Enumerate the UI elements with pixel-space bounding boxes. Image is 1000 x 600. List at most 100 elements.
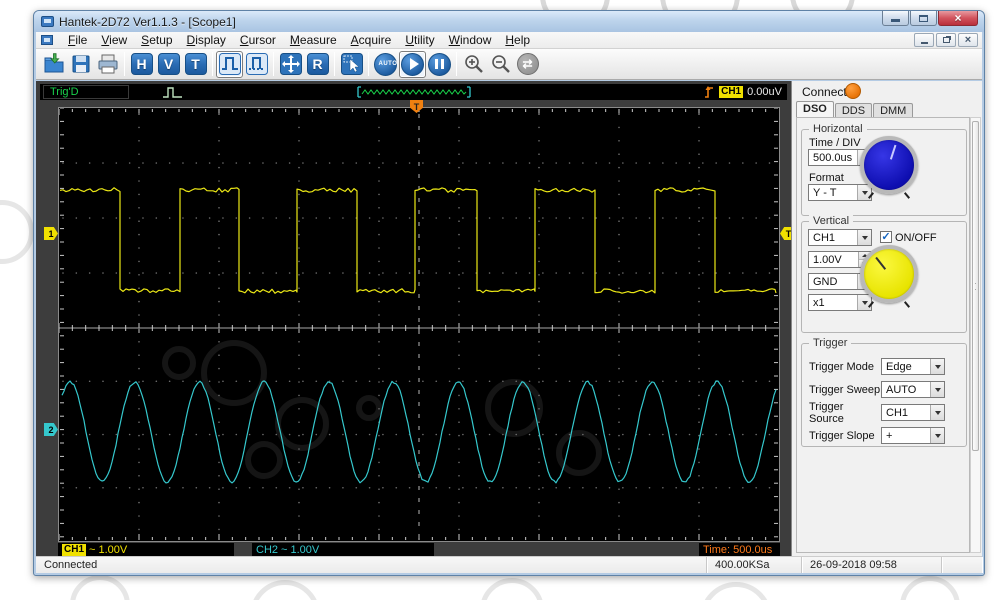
- trigger-slope-value: +: [886, 429, 893, 442]
- mdi-close-button[interactable]: ×: [958, 33, 978, 47]
- trigger-mode-row: Trigger Mode Edge: [809, 358, 966, 375]
- refresh-button[interactable]: ⇄: [514, 51, 541, 78]
- resize-grip[interactable]: [942, 557, 982, 573]
- trigger-cursor-button[interactable]: T: [182, 51, 209, 78]
- toolbar-separator: [456, 52, 457, 76]
- pointer-button[interactable]: [338, 51, 365, 78]
- trigger-source-select[interactable]: CH1: [881, 404, 945, 421]
- minimize-button[interactable]: [882, 11, 909, 26]
- maximize-icon: [919, 14, 928, 22]
- cross-arrows-icon: [279, 53, 302, 75]
- trigger-mode-select[interactable]: Edge: [881, 358, 945, 375]
- vertical-cursor-button[interactable]: V: [155, 51, 182, 78]
- mdi-close-icon: ×: [964, 33, 972, 46]
- watermark-circle: [480, 578, 544, 600]
- horizontal-knob[interactable]: [860, 136, 918, 199]
- zoom-out-icon: [491, 55, 510, 73]
- ch2-coupling: ~: [281, 544, 288, 556]
- waveform-preview: [357, 86, 471, 98]
- dropdown-arrow-icon: [930, 359, 944, 374]
- trigger-edge-icon: [705, 86, 714, 98]
- menu-display[interactable]: Display: [180, 32, 233, 48]
- cursor-arrow-icon: [340, 53, 363, 75]
- open-button[interactable]: [40, 51, 67, 78]
- toolbar-separator: [334, 52, 335, 76]
- sample-rate: 400.00KSa: [707, 557, 802, 573]
- status-bar: Connected 400.00KSa 26-09-2018 09:58: [36, 556, 982, 573]
- pulse-wave-icon: [218, 53, 241, 75]
- trigger-status: Trig'D: [43, 85, 129, 99]
- menu-file[interactable]: File: [61, 32, 94, 48]
- menu-view[interactable]: View: [94, 32, 134, 48]
- h-letter: H: [130, 53, 153, 75]
- waveform-pulse-dotted-button[interactable]: [243, 51, 270, 78]
- ch1-scale-label[interactable]: CH1 ~ 1.00V: [58, 543, 234, 557]
- ch1-position-marker[interactable]: 1: [44, 227, 58, 240]
- menu-acquire[interactable]: Acquire: [344, 32, 399, 48]
- pulse-indicator-icon: [163, 87, 182, 98]
- mdi-child-icon: [41, 35, 53, 45]
- format-select[interactable]: Y - T: [808, 184, 872, 201]
- probe-value: x1: [813, 296, 825, 309]
- tab-dso[interactable]: DSO: [796, 101, 834, 118]
- pause-icon: [428, 52, 451, 76]
- menu-window[interactable]: Window: [442, 32, 499, 48]
- trigger-sweep-label: Trigger Sweep: [809, 383, 881, 396]
- run-button[interactable]: [399, 50, 426, 78]
- trigger-slope-select[interactable]: +: [881, 427, 945, 444]
- trigger-level-value: 0.00uV: [747, 86, 782, 98]
- minimize-icon: [891, 19, 900, 22]
- vertical-knob[interactable]: [860, 245, 918, 308]
- channel-onoff-checkbox[interactable]: ✓: [880, 231, 892, 243]
- window-title: Hantek-2D72 Ver1.1.3 - [Scope1]: [59, 14, 236, 29]
- menu-setup[interactable]: Setup: [134, 32, 179, 48]
- auto-label: AUTO: [378, 60, 398, 67]
- zoom-out-button[interactable]: [487, 51, 514, 78]
- auto-icon: AUTO: [374, 52, 398, 76]
- dropdown-arrow-icon: [930, 382, 944, 397]
- channel-select[interactable]: CH1: [808, 229, 872, 246]
- trigger-sweep-select[interactable]: AUTO: [881, 381, 945, 398]
- reset-button[interactable]: R: [304, 51, 331, 78]
- v-letter: V: [157, 53, 180, 75]
- panel-scrollbar-thumb[interactable]: [972, 121, 979, 451]
- r-letter: R: [306, 53, 329, 75]
- mdi-restore-button[interactable]: [936, 33, 956, 47]
- floppy-disk-icon: [72, 55, 89, 73]
- connect-label: Connect:: [802, 85, 851, 99]
- ch2-badge: CH2: [256, 544, 279, 556]
- panel-scrollbar[interactable]: [970, 117, 981, 553]
- tab-dmm[interactable]: DMM: [873, 103, 914, 118]
- tab-dds[interactable]: DDS: [834, 103, 873, 118]
- save-button[interactable]: [67, 51, 94, 78]
- pause-button[interactable]: [426, 51, 453, 78]
- horizontal-cursor-button[interactable]: H: [128, 51, 155, 78]
- autoset-button[interactable]: AUTO: [372, 51, 399, 78]
- scope-waveforms: [58, 107, 779, 540]
- self-calibration-button[interactable]: [277, 51, 304, 78]
- menu-measure[interactable]: Measure: [283, 32, 344, 48]
- ch1-badge: CH1: [62, 544, 87, 556]
- ch1-volts: 1.00V: [98, 544, 128, 556]
- close-button[interactable]: ×: [938, 11, 978, 26]
- ch1-coupling: ~: [89, 544, 96, 556]
- ch2-position-marker[interactable]: 2: [44, 423, 58, 436]
- menu-utility[interactable]: Utility: [398, 32, 441, 48]
- datetime: 26-09-2018 09:58: [802, 557, 942, 573]
- coupling-value: GND: [813, 275, 838, 288]
- volts-div-value: 1.00V: [813, 253, 842, 266]
- menu-cursor[interactable]: Cursor: [233, 32, 283, 48]
- app-icon: [41, 16, 54, 27]
- pulse-wave-dotted-icon: [245, 53, 268, 75]
- maximize-button[interactable]: [910, 11, 937, 26]
- menu-help[interactable]: Help: [498, 32, 537, 48]
- title-bar[interactable]: Hantek-2D72 Ver1.1.3 - [Scope1] ×: [34, 11, 984, 32]
- trigger-sweep-row: Trigger Sweep AUTO: [809, 381, 966, 398]
- waveform-pulse-button[interactable]: [216, 50, 243, 78]
- mdi-minimize-button[interactable]: [914, 33, 934, 47]
- zoom-in-button[interactable]: [460, 51, 487, 78]
- ch2-scale-label[interactable]: CH2 ~ 1.00V: [252, 543, 434, 557]
- probe-select[interactable]: x1: [808, 294, 872, 311]
- print-button[interactable]: [94, 51, 121, 78]
- trigger-group-title: Trigger: [809, 337, 852, 349]
